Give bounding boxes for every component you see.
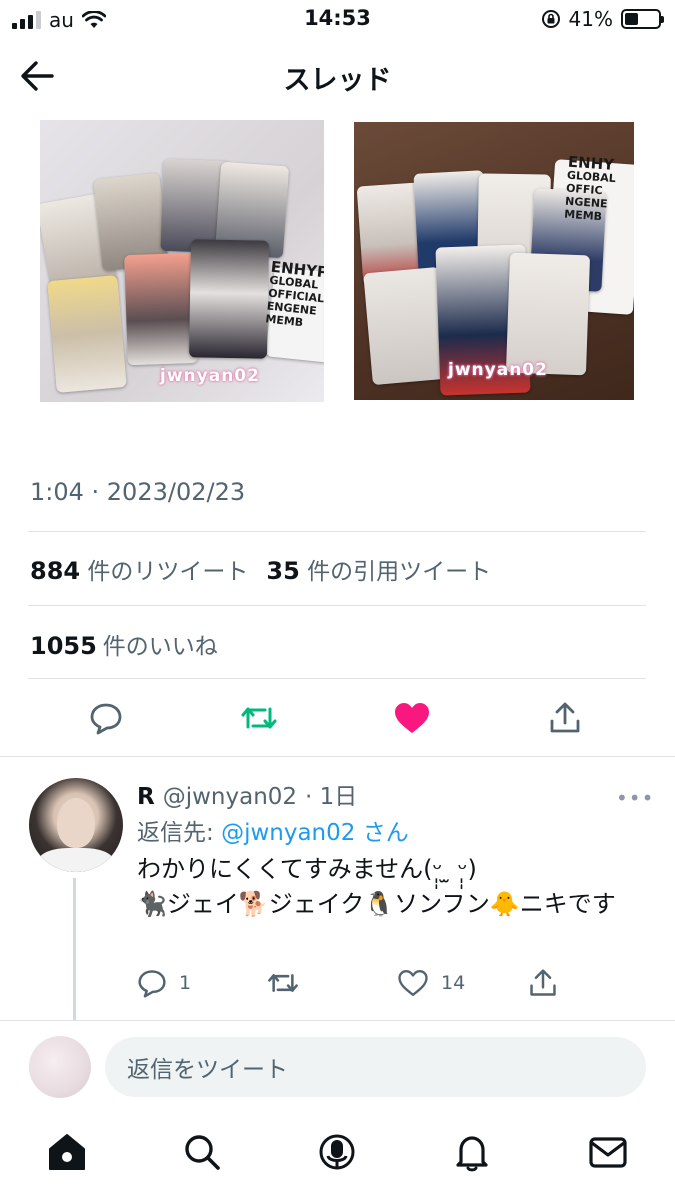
more-options-icon[interactable]: ••• bbox=[616, 786, 654, 810]
divider bbox=[0, 756, 675, 757]
quotes-stat[interactable]: 35 件の引用ツイート bbox=[266, 552, 491, 586]
tweet-stats-row: 884 件のリツイート 35 件の引用ツイート bbox=[30, 552, 491, 586]
status-right: 41% bbox=[541, 7, 664, 31]
compose-placeholder: 返信をツイート bbox=[127, 1057, 288, 1083]
like-count: 1055 bbox=[30, 632, 97, 660]
bottom-tab-bar bbox=[0, 1130, 675, 1184]
photo2-watermark: jwnyan02 bbox=[448, 360, 548, 380]
tweet-timestamp[interactable]: 1:04 · 2023/02/23 bbox=[30, 478, 245, 506]
quote-label: 件の引用ツイート bbox=[307, 559, 492, 585]
notifications-icon bbox=[456, 1136, 488, 1172]
reply-text-line2: 🐈‍⬛ジェイ🐕ジェイク🐧ソンフン🐥ニキです bbox=[137, 890, 616, 918]
reply-reply-button[interactable]: 1 bbox=[137, 968, 191, 998]
reply-icon bbox=[90, 703, 122, 735]
retweet-icon bbox=[268, 974, 298, 992]
reply-compose-input[interactable]: 返信をツイート bbox=[105, 1037, 646, 1097]
tweet-photo-1[interactable]: ENHYPE GLOBAL OFFICIAL ENGENE MEMB jwnya… bbox=[40, 120, 324, 402]
divider bbox=[28, 605, 646, 606]
reply-share-button[interactable] bbox=[528, 968, 558, 998]
retweet-count: 884 bbox=[30, 557, 81, 585]
share-button[interactable] bbox=[543, 696, 587, 740]
reply-retweet-button[interactable] bbox=[266, 968, 300, 998]
reply-time: · 1日 bbox=[305, 784, 358, 810]
tab-search[interactable] bbox=[180, 1130, 224, 1174]
like-label: 件のいいね bbox=[102, 634, 218, 660]
tab-messages[interactable] bbox=[586, 1130, 630, 1174]
reply-author-handle[interactable]: @jwnyan02 bbox=[163, 784, 297, 810]
battery-percent: 41% bbox=[568, 7, 613, 31]
messages-icon bbox=[589, 1137, 627, 1168]
retweet-label: 件のリツイート bbox=[87, 559, 249, 585]
retweet-button[interactable] bbox=[237, 696, 281, 740]
battery-icon bbox=[621, 9, 664, 29]
reply-like-count: 14 bbox=[441, 972, 466, 994]
like-button[interactable] bbox=[390, 696, 434, 740]
quote-count: 35 bbox=[266, 557, 300, 585]
heart-filled-icon bbox=[395, 703, 429, 733]
retweet-icon bbox=[241, 707, 277, 729]
page-title: スレッド bbox=[283, 65, 392, 96]
rotation-lock-icon bbox=[541, 10, 560, 28]
reply-header: R @jwnyan02 · 1日 bbox=[137, 777, 357, 811]
my-avatar[interactable] bbox=[29, 1036, 91, 1098]
reply-to-suffix: さん bbox=[362, 820, 409, 846]
tab-notifications[interactable] bbox=[450, 1130, 494, 1174]
reply-button[interactable] bbox=[84, 696, 128, 740]
reply-reply-count: 1 bbox=[179, 972, 192, 994]
header: スレッド bbox=[0, 48, 675, 104]
reply-like-button[interactable]: 14 bbox=[397, 968, 465, 998]
share-icon bbox=[530, 969, 556, 996]
photo1-watermark: jwnyan02 bbox=[160, 366, 260, 386]
retweets-stat[interactable]: 884 件のリツイート bbox=[30, 552, 248, 586]
home-icon bbox=[49, 1134, 85, 1170]
likes-stat[interactable]: 1055 件のいいね bbox=[30, 627, 218, 661]
reply-avatar[interactable] bbox=[29, 778, 123, 872]
divider bbox=[28, 531, 646, 532]
reply-text-line1: わかりにくくてすみません(ᵕ̩̩ ̫ ᵕ̩̩) bbox=[137, 855, 477, 883]
status-bar: au 14:53 41% bbox=[0, 0, 675, 40]
divider bbox=[28, 678, 646, 679]
tab-spaces[interactable] bbox=[315, 1130, 359, 1174]
photo2-caption-line3: NGENE MEMB bbox=[563, 194, 609, 224]
reply-icon bbox=[138, 970, 166, 998]
avatar-shirt bbox=[39, 848, 113, 872]
reply-text: わかりにくくてすみません(ᵕ̩̩ ̫ ᵕ̩̩) 🐈‍⬛ジェイ🐕ジェイク🐧ソンフン… bbox=[137, 852, 647, 922]
heart-outline-icon bbox=[398, 970, 428, 996]
tweet-photo-2[interactable]: ENHY GLOBAL OFFIC NGENE MEMB jwnyan02 bbox=[354, 122, 634, 400]
tweet-action-bar bbox=[0, 696, 675, 740]
tab-home[interactable] bbox=[45, 1130, 89, 1174]
reply-to-line: 返信先: @jwnyan02 さん bbox=[137, 813, 409, 847]
search-icon bbox=[185, 1135, 220, 1170]
reply-to-prefix: 返信先: bbox=[137, 820, 222, 846]
spaces-icon bbox=[319, 1134, 355, 1170]
reply-author-name[interactable]: R bbox=[137, 784, 155, 810]
avatar-face bbox=[57, 798, 95, 848]
reply-to-handle[interactable]: @jwnyan02 bbox=[221, 820, 355, 846]
reply-action-bar: 1 14 bbox=[0, 968, 675, 1004]
share-icon bbox=[550, 702, 580, 733]
battery-fill bbox=[625, 13, 639, 25]
divider bbox=[0, 1020, 675, 1021]
